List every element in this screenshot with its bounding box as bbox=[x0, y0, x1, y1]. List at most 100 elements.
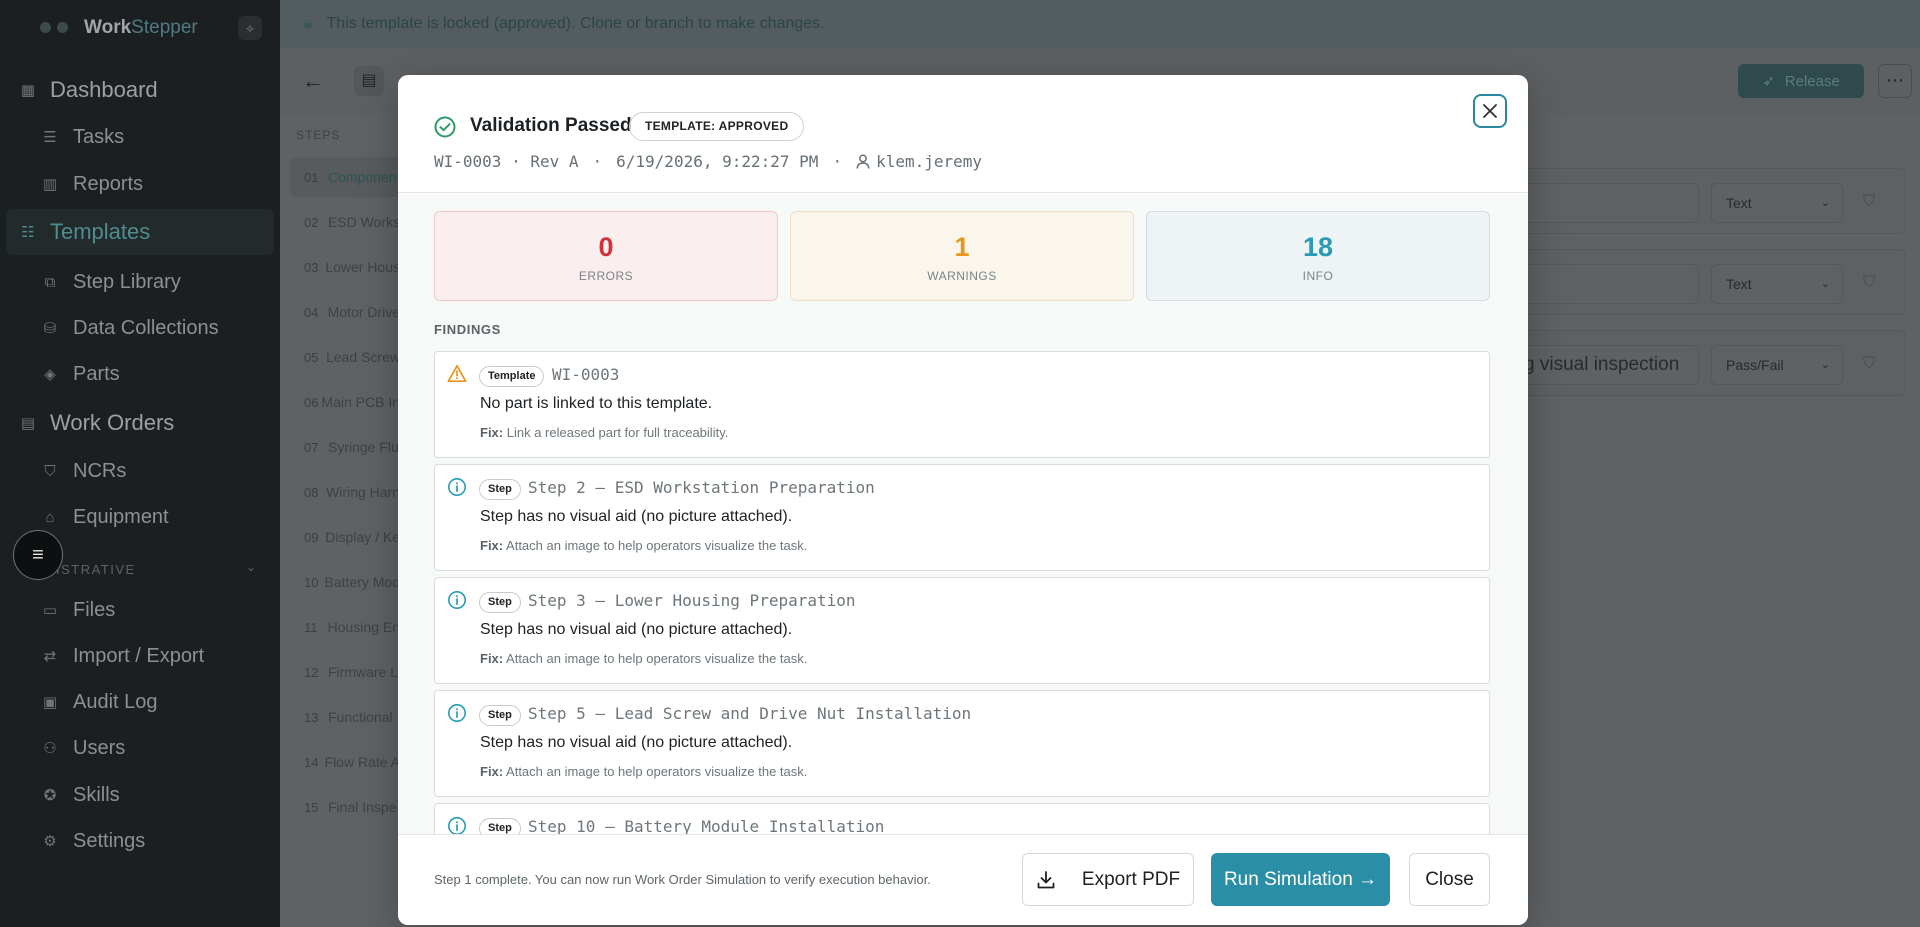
step-list-item[interactable]: 05 Lead Screw bbox=[290, 337, 400, 377]
sidebar-item-step-library[interactable]: ⧉ Step Library bbox=[0, 262, 280, 302]
chevron-down-icon[interactable]: ⌄ bbox=[246, 560, 256, 574]
modal-body[interactable]: 0 ERRORS 1 WARNINGS 18 INFO FINDINGS Tem… bbox=[398, 194, 1528, 834]
finding-message: Step has no visual aid (no picture attac… bbox=[480, 508, 793, 525]
warnings-count: 1 bbox=[954, 232, 970, 262]
warnings-label: WARNINGS bbox=[927, 269, 997, 283]
field-type-select[interactable]: Pass/Fail ⌄ bbox=[1711, 345, 1843, 385]
sidebar-item-reports[interactable]: ▥ Reports bbox=[0, 164, 280, 204]
arrows-icon: ⇄ bbox=[43, 648, 57, 665]
close-icon bbox=[1483, 104, 1497, 118]
modal-title: Validation Passed bbox=[470, 115, 632, 136]
info-icon bbox=[448, 704, 466, 722]
field-type-select[interactable]: Text ⌄ bbox=[1711, 264, 1843, 304]
close-button[interactable]: Close bbox=[1409, 853, 1490, 906]
errors-count: 0 bbox=[598, 232, 614, 262]
step-title: Display / Ke bbox=[325, 529, 400, 545]
finding-reference: WI-0003 bbox=[552, 365, 620, 384]
sidebar-item-label: Users bbox=[73, 736, 126, 759]
step-title: Motor Drive bbox=[327, 304, 400, 320]
info-icon bbox=[448, 591, 466, 609]
templates-icon: ☷ bbox=[21, 224, 35, 241]
database-icon: ⛁ bbox=[43, 320, 57, 337]
field-row: Text ⌄ ⛉ bbox=[1500, 249, 1906, 315]
step-list-item[interactable]: 12 Firmware L bbox=[290, 652, 400, 692]
step-title: Main PCB In bbox=[321, 394, 400, 410]
field-name-input[interactable] bbox=[1501, 264, 1699, 304]
sidebar-item-work-orders[interactable]: ▤ Work Orders bbox=[0, 403, 280, 443]
step-list-item[interactable]: 06 Main PCB In bbox=[290, 382, 400, 422]
step-title: Flow Rate A bbox=[324, 754, 400, 770]
audit-icon: ▣ bbox=[42, 694, 58, 711]
step-number: 05 bbox=[304, 349, 319, 365]
finding-reference: Step 2 — ESD Workstation Preparation bbox=[528, 478, 875, 497]
rocket-icon: ➶ bbox=[1762, 73, 1775, 90]
sidebar-item-settings[interactable]: ⚙ Settings bbox=[0, 821, 280, 861]
shield-check-icon[interactable]: ⛉ bbox=[1863, 274, 1875, 292]
step-list-item[interactable]: 07 Syringe Flu bbox=[290, 427, 400, 467]
field-name-input[interactable] bbox=[1501, 183, 1699, 223]
finding-kind-badge: Step bbox=[479, 592, 521, 613]
step-number: 04 bbox=[304, 304, 319, 320]
more-options-button[interactable]: ⋯ bbox=[1878, 64, 1912, 98]
sidebar-item-users[interactable]: ⚇ Users bbox=[0, 728, 280, 768]
finding-fix: Fix: Attach an image to help operators v… bbox=[480, 538, 808, 553]
step-list-item[interactable]: 13 Functional bbox=[290, 697, 400, 737]
step-number: 02 bbox=[304, 214, 319, 230]
sidebar: WorkStepper ⟡ ▦ Dashboard ☰ Tasks ▥ Reports… bbox=[0, 0, 280, 927]
folder-icon: ▭ bbox=[42, 602, 58, 619]
download-icon bbox=[1037, 870, 1055, 888]
step-title: Battery Mod bbox=[324, 574, 400, 590]
sidebar-item-parts[interactable]: ◈ Parts bbox=[0, 354, 280, 394]
sidebar-item-label: Tasks bbox=[73, 125, 125, 148]
sidebar-item-ncrs[interactable]: ⛉ NCRs bbox=[0, 451, 280, 491]
run-simulation-button[interactable]: Run Simulation → bbox=[1211, 853, 1390, 906]
bar-chart-icon: ▥ bbox=[42, 176, 58, 193]
step-list-item[interactable]: 04 Motor Drive bbox=[290, 292, 400, 332]
sidebar-item-templates[interactable]: ☷ Templates bbox=[6, 209, 274, 255]
step-list-item[interactable]: 02 ESD Works bbox=[290, 202, 400, 242]
export-pdf-button[interactable]: Export PDF bbox=[1022, 853, 1194, 906]
sidebar-item-tasks[interactable]: ☰ Tasks bbox=[0, 117, 280, 157]
finding-message: Step has no visual aid (no picture attac… bbox=[480, 621, 793, 638]
step-list-item[interactable]: 14 Flow Rate A bbox=[290, 742, 400, 782]
document-icon[interactable]: ▤ bbox=[354, 66, 384, 96]
finding-kind-badge: Step bbox=[479, 479, 521, 500]
back-arrow-icon[interactable]: ← bbox=[302, 68, 324, 94]
step-list-item[interactable]: 15 Final Inspe bbox=[290, 787, 400, 827]
step-list-item[interactable]: 11 Housing En bbox=[290, 607, 400, 647]
footer-note: Step 1 complete. You can now run Work Or… bbox=[434, 872, 931, 887]
finding-kind-badge: Step bbox=[479, 818, 521, 834]
sidebar-section-administrative: ISTRATIVE bbox=[56, 562, 136, 577]
step-list-item[interactable]: 09 Display / Ke bbox=[290, 517, 400, 557]
step-title: Componen bbox=[328, 169, 397, 185]
field-type-select[interactable]: Text ⌄ bbox=[1711, 183, 1843, 223]
errors-label: ERRORS bbox=[578, 269, 634, 283]
finding-message: Step has no visual aid (no picture attac… bbox=[480, 734, 793, 751]
shield-check-icon[interactable]: ⛉ bbox=[1863, 355, 1875, 373]
field-name-input[interactable]: g visual inspection bbox=[1501, 345, 1699, 385]
step-title: Syringe Flu bbox=[328, 439, 399, 455]
sidebar-item-data-collections[interactable]: ⛁ Data Collections bbox=[0, 308, 280, 348]
release-button[interactable]: ➶ Release bbox=[1738, 64, 1864, 98]
step-list-item[interactable]: 03 Lower Hous bbox=[290, 247, 400, 287]
sidebar-item-skills[interactable]: ✪ Skills bbox=[0, 775, 280, 815]
sidebar-item-audit-log[interactable]: ▣ Audit Log bbox=[0, 682, 280, 722]
step-list-item[interactable]: 08 Wiring Harn bbox=[290, 472, 400, 512]
step-title: Lower Hous bbox=[325, 259, 400, 275]
quick-actions-button[interactable]: ≡ bbox=[13, 530, 63, 580]
sidebar-collapse-button[interactable]: ⟡ bbox=[238, 16, 262, 40]
info-icon bbox=[448, 478, 466, 496]
step-list-item[interactable]: 01 Componen bbox=[290, 157, 400, 197]
step-title: Functional bbox=[328, 709, 393, 725]
step-number: 08 bbox=[304, 484, 319, 500]
sidebar-item-label: Templates bbox=[50, 219, 151, 244]
shield-check-icon[interactable]: ⛉ bbox=[1863, 193, 1875, 211]
errors-stat: 0 ERRORS bbox=[434, 211, 778, 301]
close-modal-button[interactable] bbox=[1473, 94, 1507, 128]
lock-icon: 🔒︎ bbox=[304, 15, 313, 32]
sidebar-item-import-export[interactable]: ⇄ Import / Export bbox=[0, 636, 280, 676]
sidebar-item-dashboard[interactable]: ▦ Dashboard bbox=[0, 70, 280, 110]
user-name: klem.jeremy bbox=[876, 152, 983, 171]
sidebar-item-files[interactable]: ▭ Files bbox=[0, 590, 280, 630]
step-list-item[interactable]: 10 Battery Mod bbox=[290, 562, 400, 602]
